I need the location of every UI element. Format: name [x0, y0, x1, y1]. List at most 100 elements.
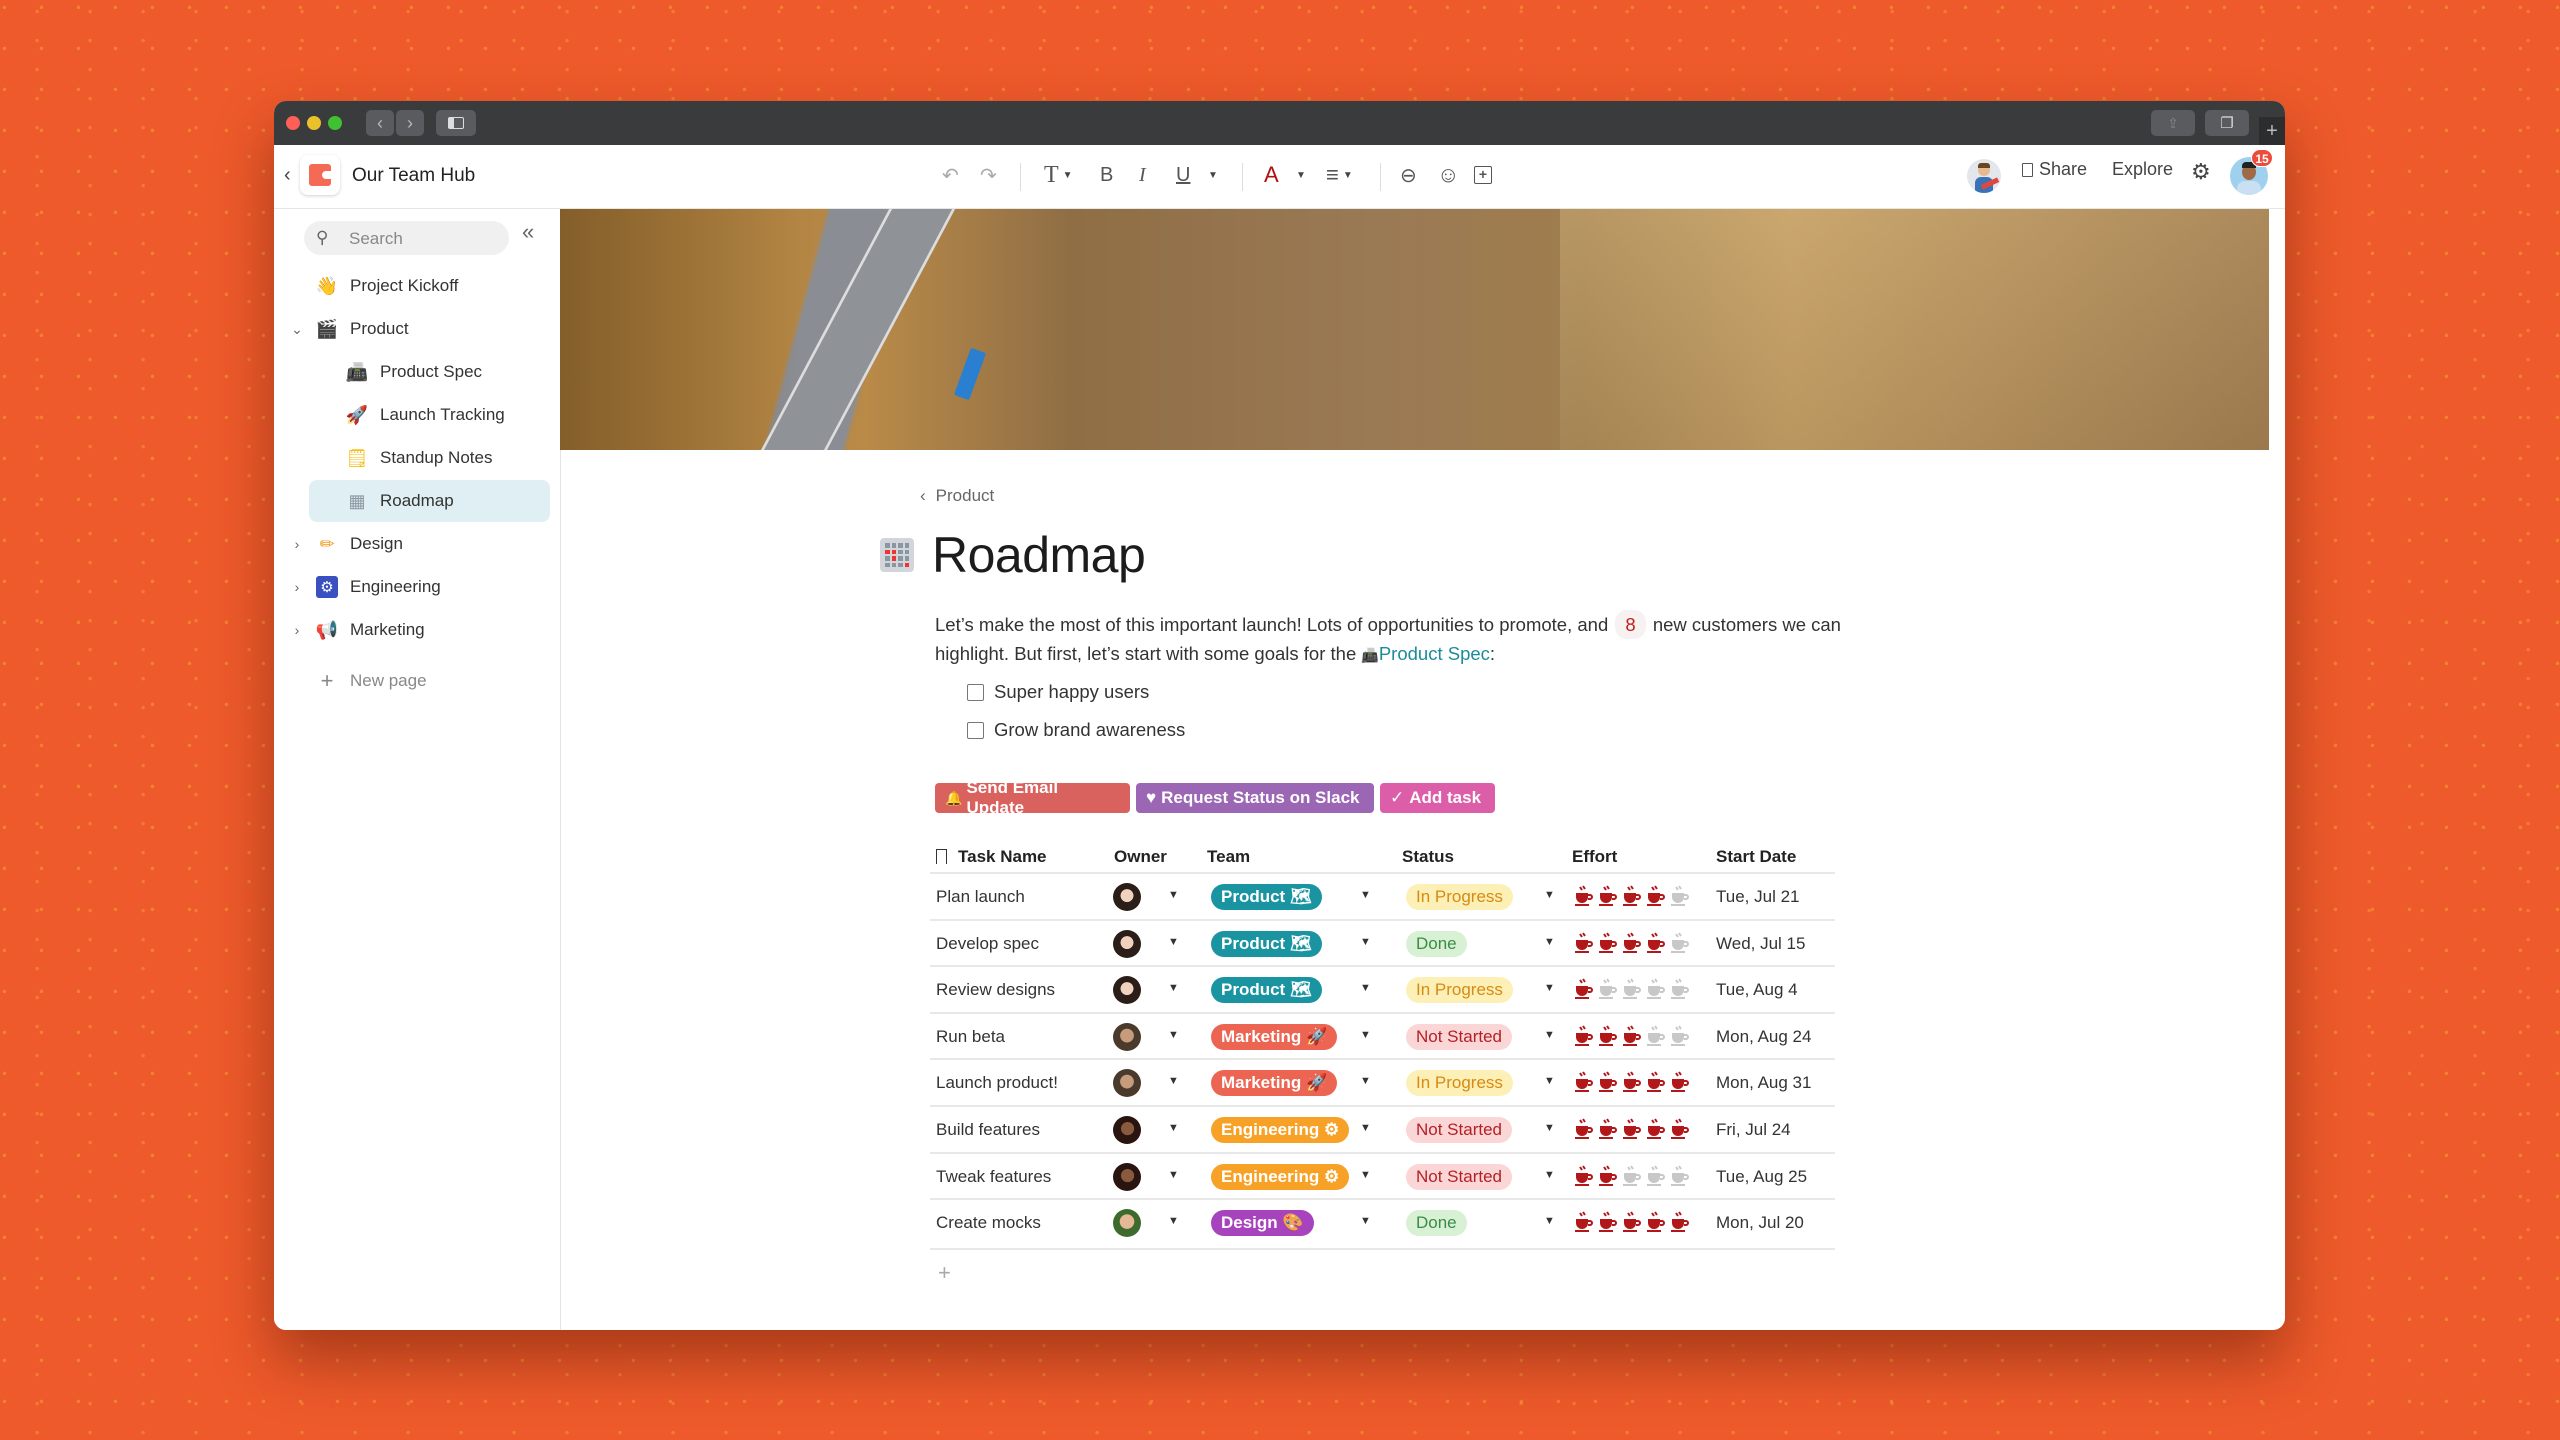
coffee-cup-icon[interactable] — [1574, 1025, 1594, 1047]
owner-avatar[interactable] — [1113, 1022, 1141, 1051]
text-style-button[interactable]: T ▼ — [1044, 161, 1073, 189]
coffee-cup-icon[interactable] — [1646, 978, 1666, 1000]
sidebar-item-design[interactable]: › ✏ Design — [288, 523, 550, 565]
coffee-cup-icon[interactable] — [1646, 885, 1666, 907]
coffee-cup-icon[interactable] — [1622, 1165, 1642, 1187]
team-dropdown-caret-icon[interactable]: ▼ — [1360, 982, 1371, 994]
coffee-cup-icon[interactable] — [1574, 1071, 1594, 1093]
add-row-button[interactable]: + — [938, 1260, 951, 1286]
coffee-cup-icon[interactable] — [1598, 1071, 1618, 1093]
column-header-status[interactable]: Status — [1402, 847, 1454, 867]
owner-dropdown-caret-icon[interactable]: ▼ — [1168, 1122, 1179, 1134]
team-dropdown-caret-icon[interactable]: ▼ — [1360, 1029, 1371, 1041]
sidebar-item-marketing[interactable]: › 📢 Marketing — [288, 609, 550, 651]
owner-dropdown-caret-icon[interactable]: ▼ — [1168, 1075, 1179, 1087]
settings-button[interactable]: ⚙ — [2191, 159, 2211, 185]
effort-rating[interactable] — [1574, 1211, 1690, 1233]
effort-rating[interactable] — [1574, 932, 1690, 954]
align-button[interactable]: ≡ ▼ — [1326, 161, 1353, 189]
coffee-cup-icon[interactable] — [1622, 1118, 1642, 1140]
coffee-cup-icon[interactable] — [1574, 885, 1594, 907]
coffee-cup-icon[interactable] — [1670, 1211, 1690, 1233]
share-window-button[interactable]: ⇪ — [2151, 110, 2195, 136]
start-date[interactable]: Fri, Jul 24 — [1716, 1120, 1791, 1140]
coffee-cup-icon[interactable] — [1622, 932, 1642, 954]
table-row[interactable]: Plan launch ▼ Product 🗺 ▼ In Progress ▼ Tue, J… — [930, 872, 1835, 921]
status-pill[interactable]: Done — [1406, 930, 1467, 957]
request-status-slack-button[interactable]: ♥ Request Status on Slack — [1136, 783, 1374, 813]
coffee-cup-icon[interactable] — [1598, 1025, 1618, 1047]
coffee-cup-icon[interactable] — [1670, 1165, 1690, 1187]
owner-avatar[interactable] — [1113, 1069, 1141, 1098]
coffee-cup-icon[interactable] — [1598, 978, 1618, 1000]
effort-rating[interactable] — [1574, 1071, 1690, 1093]
column-header-effort[interactable]: Effort — [1572, 847, 1617, 867]
coffee-cup-icon[interactable] — [1622, 1071, 1642, 1093]
owner-dropdown-caret-icon[interactable]: ▼ — [1168, 982, 1179, 994]
task-name[interactable]: Develop spec — [936, 934, 1039, 954]
sidebar-item-roadmap[interactable]: ▦ Roadmap — [309, 480, 550, 522]
task-name[interactable]: Build features — [936, 1120, 1040, 1140]
status-pill[interactable]: Not Started — [1406, 1163, 1512, 1190]
coffee-cup-icon[interactable] — [1670, 978, 1690, 1000]
coffee-cup-icon[interactable] — [1646, 1071, 1666, 1093]
coffee-cup-icon[interactable] — [1574, 1118, 1594, 1140]
bold-button[interactable]: B — [1100, 161, 1113, 189]
status-pill[interactable]: In Progress — [1406, 884, 1513, 910]
nav-back-button[interactable]: ‹ — [366, 110, 394, 136]
goal-checkbox[interactable] — [967, 721, 984, 739]
status-pill[interactable]: Not Started — [1406, 1023, 1512, 1050]
task-name[interactable]: Run beta — [936, 1027, 1005, 1047]
owner-dropdown-caret-icon[interactable]: ▼ — [1168, 936, 1179, 948]
owner-avatar[interactable] — [1113, 929, 1141, 958]
team-pill[interactable]: Design 🎨 — [1211, 1210, 1314, 1237]
status-dropdown-caret-icon[interactable]: ▼ — [1544, 1122, 1555, 1134]
sidebar-item-standup-notes[interactable]: 🗒 Standup Notes — [288, 437, 550, 479]
coffee-cup-icon[interactable] — [1622, 1211, 1642, 1233]
add-comment-button[interactable]: + — [1474, 161, 1492, 189]
status-pill[interactable]: In Progress — [1406, 977, 1513, 1004]
start-date[interactable]: Tue, Aug 25 — [1716, 1167, 1807, 1187]
italic-button[interactable]: I — [1139, 161, 1146, 189]
start-date[interactable]: Mon, Aug 31 — [1716, 1073, 1811, 1093]
coffee-cup-icon[interactable] — [1670, 1071, 1690, 1093]
coffee-cup-icon[interactable] — [1574, 932, 1594, 954]
effort-rating[interactable] — [1574, 1025, 1690, 1047]
coffee-cup-icon[interactable] — [1646, 1165, 1666, 1187]
start-date[interactable]: Tue, Jul 21 — [1716, 887, 1799, 907]
coffee-cup-icon[interactable] — [1598, 932, 1618, 954]
breadcrumb[interactable]: ‹ Product — [920, 486, 994, 506]
table-row[interactable]: Develop spec ▼ Product 🗺 ▼ Done ▼ Wed, Jul 15 — [930, 918, 1835, 968]
task-name[interactable]: Create mocks — [936, 1213, 1041, 1233]
maximize-window-button[interactable] — [328, 116, 342, 130]
table-row[interactable]: Launch product! ▼ Marketing 🚀 ▼ In Progress ▼… — [930, 1058, 1835, 1107]
owner-avatar[interactable] — [1113, 976, 1141, 1005]
team-pill[interactable]: Marketing 🚀 — [1211, 1023, 1338, 1050]
search-input[interactable]: ⚲ Search — [304, 221, 509, 255]
owner-avatar[interactable] — [1113, 1209, 1141, 1238]
coffee-cup-icon[interactable] — [1574, 1165, 1594, 1187]
coffee-cup-icon[interactable] — [1646, 1118, 1666, 1140]
coffee-cup-icon[interactable] — [1622, 1025, 1642, 1047]
sidebar-item-product[interactable]: ⌄ 🎬 Product — [288, 308, 550, 350]
collapse-sidebar-icon[interactable]: « — [522, 219, 534, 245]
coffee-cup-icon[interactable] — [1646, 1025, 1666, 1047]
table-row[interactable]: Tweak features ▼ Engineering ⚙ ▼ Not Started… — [930, 1151, 1835, 1201]
redo-button[interactable]: ↷ — [980, 161, 997, 189]
coffee-cup-icon[interactable] — [1670, 1025, 1690, 1047]
product-spec-link[interactable]: Product Spec — [1379, 643, 1490, 664]
new-page-button[interactable]: + New page — [288, 660, 550, 702]
explore-button[interactable]: Explore — [2112, 159, 2173, 180]
column-header-team[interactable]: Team — [1207, 847, 1250, 867]
start-date[interactable]: Tue, Aug 4 — [1716, 980, 1798, 1000]
undo-button[interactable]: ↶ — [942, 161, 959, 189]
owner-avatar[interactable] — [1113, 1116, 1141, 1144]
team-pill[interactable]: Marketing 🚀 — [1211, 1070, 1338, 1097]
effort-rating[interactable] — [1574, 978, 1690, 1000]
column-header-owner[interactable]: Owner — [1114, 847, 1167, 867]
team-pill[interactable]: Engineering ⚙ — [1211, 1163, 1350, 1190]
coffee-cup-icon[interactable] — [1670, 1118, 1690, 1140]
task-name[interactable]: Launch product! — [936, 1073, 1058, 1093]
minimize-window-button[interactable] — [307, 116, 321, 130]
insert-emoji-button[interactable]: ☺ — [1437, 161, 1459, 189]
